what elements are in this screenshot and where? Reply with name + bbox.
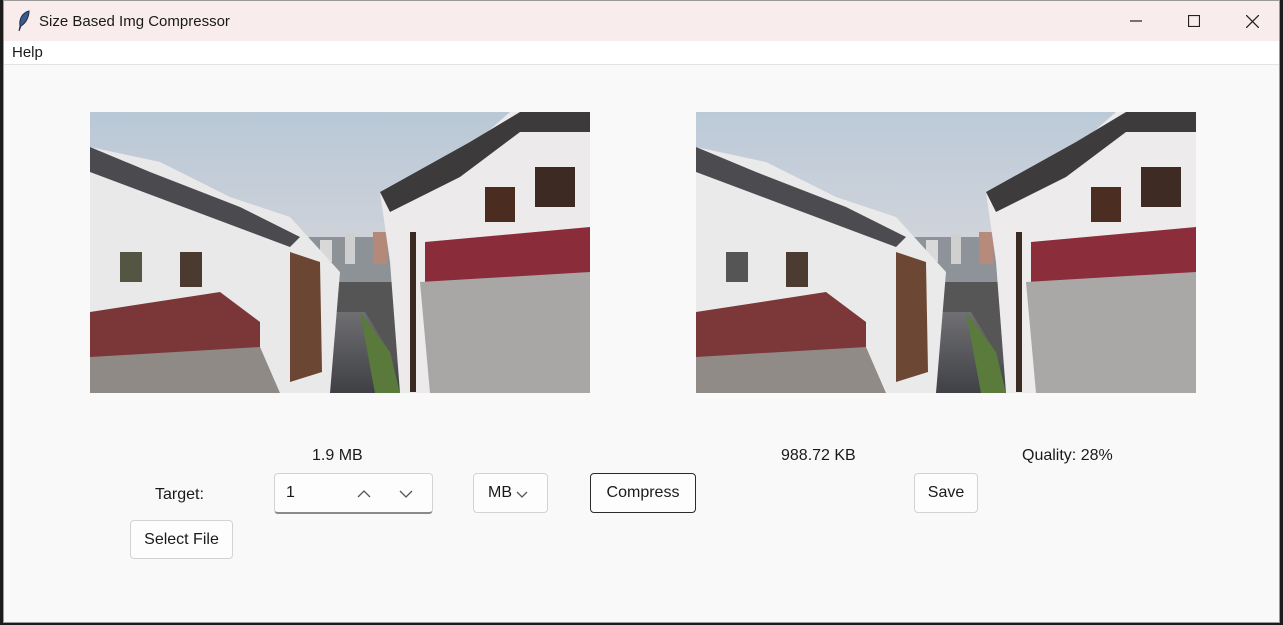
chevron-up-icon bbox=[357, 490, 371, 498]
select-file-button[interactable]: Select File bbox=[130, 520, 233, 559]
compressed-size-label: 988.72 KB bbox=[781, 447, 856, 464]
feather-icon bbox=[16, 10, 32, 32]
window-title: Size Based Img Compressor bbox=[39, 13, 230, 30]
increment-button[interactable] bbox=[353, 483, 375, 505]
close-button[interactable] bbox=[1223, 1, 1279, 41]
maximize-button[interactable] bbox=[1165, 1, 1223, 41]
save-button[interactable]: Save bbox=[914, 473, 978, 513]
chevron-down-icon bbox=[399, 490, 413, 498]
menu-help[interactable]: Help bbox=[12, 44, 43, 61]
menu-bar: Help bbox=[4, 41, 1279, 65]
compress-button[interactable]: Compress bbox=[590, 473, 696, 513]
quality-label: Quality: 28% bbox=[1022, 447, 1113, 464]
minimize-icon bbox=[1130, 20, 1142, 22]
title-bar[interactable]: Size Based Img Compressor bbox=[4, 1, 1279, 41]
unit-dropdown[interactable]: MB bbox=[473, 473, 548, 513]
minimize-button[interactable] bbox=[1107, 1, 1165, 41]
target-size-value[interactable]: 1 bbox=[286, 484, 295, 502]
app-window: Size Based Img Compressor Help 1.9 MB 98… bbox=[3, 0, 1280, 623]
original-size-label: 1.9 MB bbox=[312, 447, 363, 464]
chevron-down-icon bbox=[516, 486, 528, 504]
target-size-spinbox[interactable]: 1 bbox=[274, 473, 433, 514]
original-image-preview bbox=[90, 112, 590, 393]
compressed-image-preview bbox=[696, 112, 1196, 393]
maximize-icon bbox=[1188, 15, 1200, 27]
decrement-button[interactable] bbox=[395, 483, 417, 505]
close-icon bbox=[1245, 14, 1259, 28]
unit-value: MB bbox=[488, 484, 512, 501]
target-label: Target: bbox=[155, 486, 204, 503]
